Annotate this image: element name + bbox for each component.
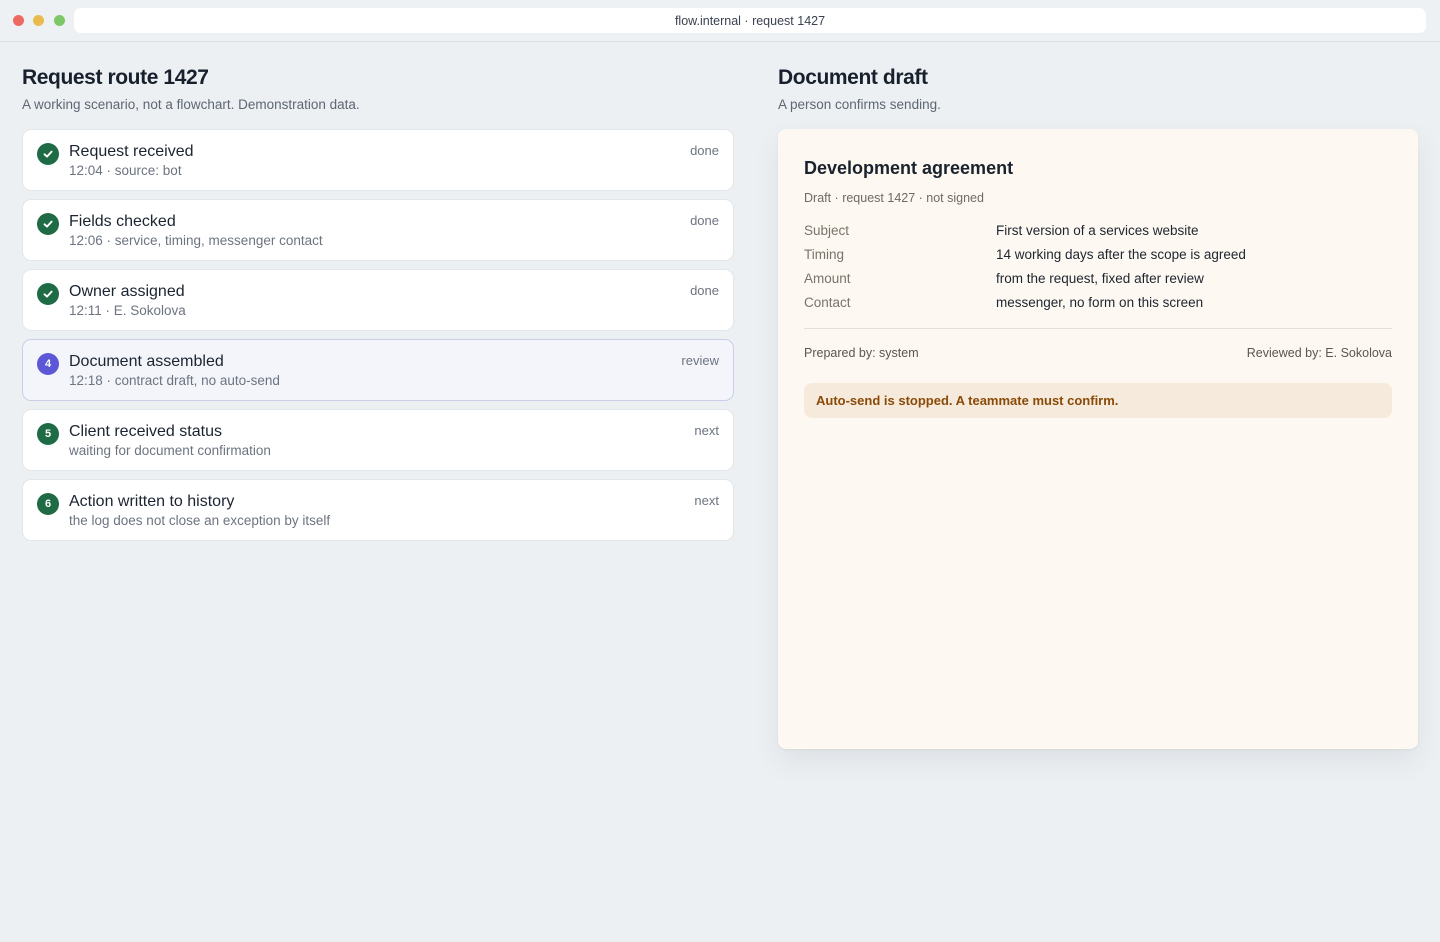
field-label: Amount — [804, 270, 851, 286]
step-title: Document assembled — [69, 353, 224, 370]
step-number-badge: 4 — [37, 353, 59, 375]
signature-row: Prepared by: system Reviewed by: E. Soko… — [804, 346, 1392, 360]
field-label: Subject — [804, 222, 850, 238]
check-icon — [37, 283, 59, 305]
step-status: review — [681, 353, 719, 368]
prepared-by: Prepared by: system — [804, 346, 919, 360]
step-title: Owner assigned — [69, 283, 185, 300]
step-meta: 12:11 · E. Sokolova — [69, 303, 186, 318]
step-request-received[interactable]: Request received 12:04 · source: bot don… — [22, 129, 734, 191]
step-meta: waiting for document confirmation — [69, 443, 271, 458]
document-title: Development agreement — [804, 158, 1014, 178]
field-amount: Amount from the request, fixed after rev… — [804, 266, 1392, 290]
field-label: Contact — [804, 294, 851, 310]
address-bar[interactable]: flow.internal · request 1427 — [74, 8, 1426, 33]
step-action-written-to-history[interactable]: 6 Action written to history the log does… — [22, 479, 734, 541]
field-timing: Timing 14 working days after the scope i… — [804, 242, 1392, 266]
step-title: Client received status — [69, 423, 222, 440]
close-window-button[interactable] — [13, 15, 24, 26]
step-client-received-status[interactable]: 5 Client received status waiting for doc… — [22, 409, 734, 471]
step-status: done — [690, 283, 719, 298]
document-status: Draft · request 1427 · not signed — [804, 191, 984, 205]
route-title: Request route 1427 — [22, 66, 209, 89]
document-fields: Subject First version of a services webs… — [804, 218, 1392, 314]
step-document-assembled[interactable]: 4 Document assembled 12:18 · contract dr… — [22, 339, 734, 401]
maximize-window-button[interactable] — [54, 15, 65, 26]
draft-title: Document draft — [778, 66, 928, 89]
draft-subtitle: A person confirms sending. — [778, 97, 941, 112]
step-meta: 12:04 · source: bot — [69, 163, 182, 178]
check-icon — [37, 213, 59, 235]
field-value: First version of a services website — [996, 222, 1199, 238]
step-meta: the log does not close an exception by i… — [69, 513, 331, 528]
minimize-window-button[interactable] — [33, 15, 44, 26]
document-card: Development agreement Draft · request 14… — [778, 129, 1418, 749]
step-number-badge: 5 — [37, 423, 59, 445]
field-subject: Subject First version of a services webs… — [804, 218, 1392, 242]
browser-chrome: flow.internal · request 1427 — [0, 0, 1440, 42]
alert-text: Auto-send is stopped. A teammate must co… — [816, 393, 1119, 408]
draft-panel: Document draft A person confirms sending… — [778, 42, 1418, 749]
field-label: Timing — [804, 246, 845, 262]
step-owner-assigned[interactable]: Owner assigned 12:11 · E. Sokolova done — [22, 269, 734, 331]
step-title: Fields checked — [69, 213, 176, 230]
step-meta: 12:06 · service, timing, messenger conta… — [69, 233, 323, 248]
step-status: done — [690, 213, 719, 228]
field-contact: Contact messenger, no form on this scree… — [804, 290, 1392, 314]
route-subtitle: A working scenario, not a flowchart. Dem… — [22, 97, 360, 112]
route-panel: Request route 1427 A working scenario, n… — [22, 42, 734, 549]
reviewed-by: Reviewed by: E. Sokolova — [1246, 346, 1392, 360]
auto-send-stopped-alert: Auto-send is stopped. A teammate must co… — [804, 383, 1392, 418]
step-status: done — [690, 143, 719, 158]
step-status: next — [694, 493, 719, 508]
field-value: 14 working days after the scope is agree… — [996, 246, 1246, 262]
check-icon — [37, 143, 59, 165]
step-number-badge: 6 — [37, 493, 59, 515]
step-meta: 12:18 · contract draft, no auto-send — [69, 373, 280, 388]
step-title: Action written to history — [69, 493, 235, 510]
address-bar-text: flow.internal · request 1427 — [674, 13, 826, 28]
step-status: next — [694, 423, 719, 438]
field-value: messenger, no form on this screen — [996, 294, 1204, 310]
step-fields-checked[interactable]: Fields checked 12:06 · service, timing, … — [22, 199, 734, 261]
step-list: Request received 12:04 · source: bot don… — [22, 129, 734, 541]
step-title: Request received — [69, 143, 194, 160]
divider — [804, 328, 1392, 329]
field-value: from the request, fixed after review — [996, 270, 1204, 286]
